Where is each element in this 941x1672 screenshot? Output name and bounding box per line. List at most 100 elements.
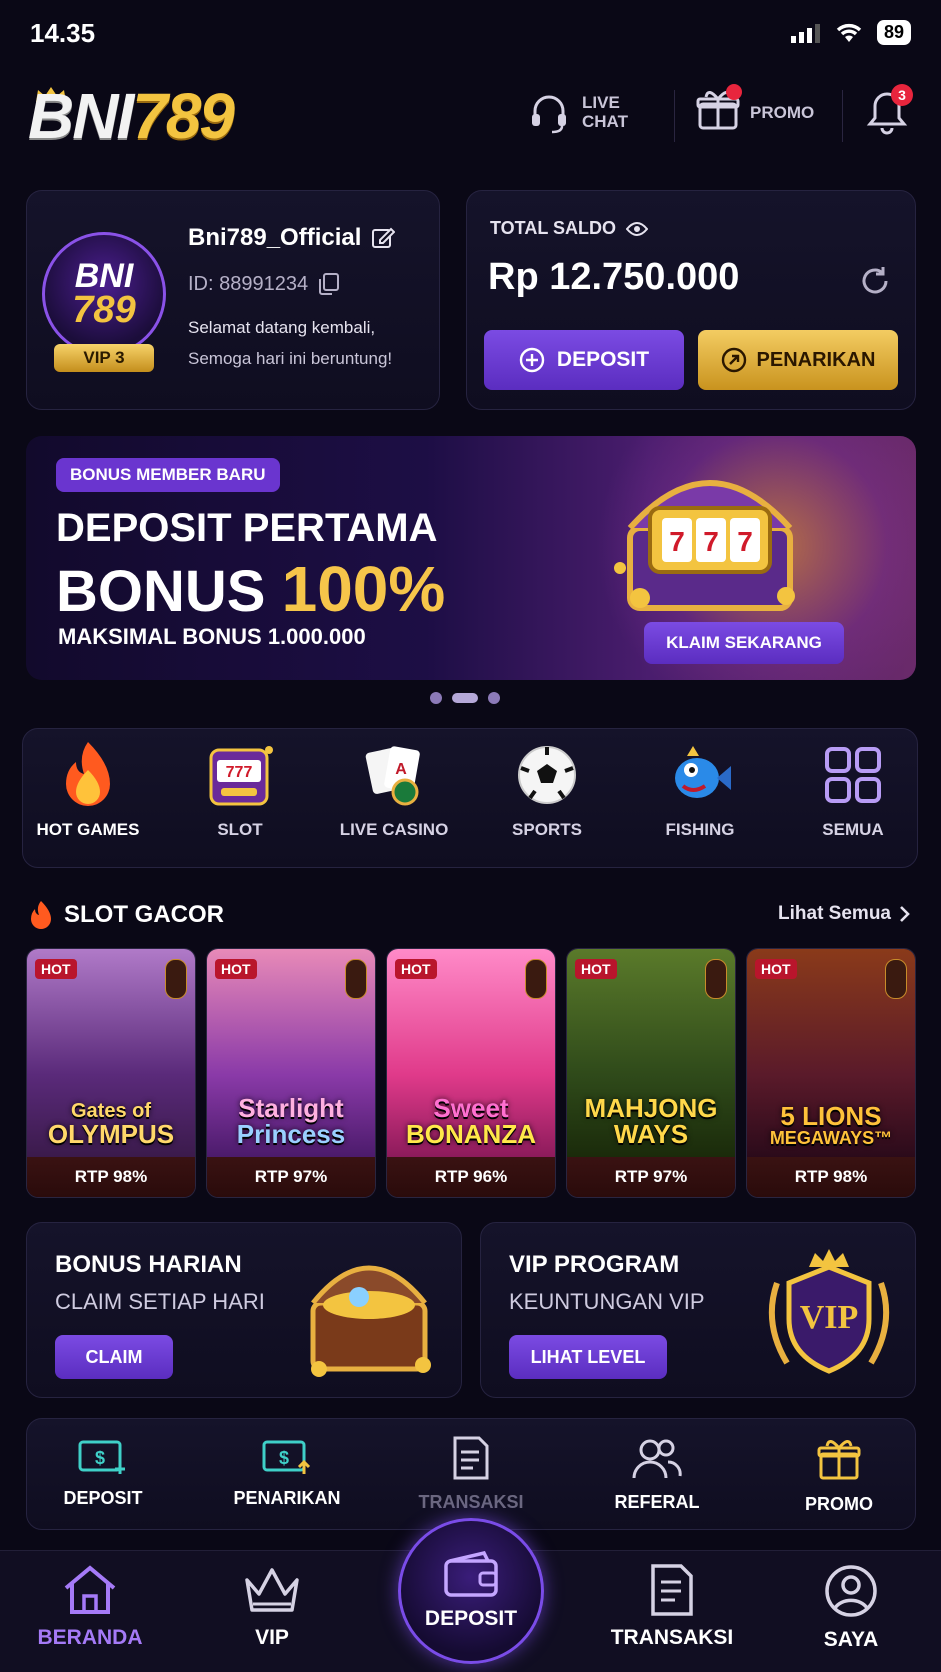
see-all-link[interactable]: Lihat Semua — [778, 903, 911, 925]
treasure-chest-icon: 7 7 7 — [614, 480, 795, 611]
view-level-button[interactable]: LIHAT LEVEL — [509, 1335, 667, 1379]
welcome-message-2: Semoga hari ini beruntung! — [188, 349, 393, 368]
hot-badge: HOT — [755, 959, 797, 979]
welcome-message-1: Selamat datang kembali, — [188, 318, 376, 337]
rtp-label: RTP 98% — [747, 1157, 915, 1197]
edit-icon[interactable] — [371, 226, 396, 250]
quick-action-label: DEPOSIT — [63, 1488, 143, 1508]
game-card-starlight-princess[interactable]: Starlight Princess HOT RTP 97% — [206, 948, 376, 1198]
daily-bonus-subtitle: CLAIM SETIAP HARI — [55, 1289, 265, 1314]
fire-icon — [66, 742, 110, 806]
promo-dot — [726, 84, 742, 100]
category-slot[interactable]: 777 SLOT — [170, 740, 310, 840]
refresh-icon[interactable] — [858, 264, 892, 298]
game-title: Starlight Princess — [236, 1093, 346, 1149]
vip-badge-text: VIP — [799, 1299, 859, 1336]
vip-shield-badge: VIP — [759, 1243, 899, 1383]
nav-profile-label: SAYA — [823, 1628, 879, 1651]
game-title: Sweet BONANZA — [406, 1093, 536, 1149]
provider-tag — [705, 959, 727, 999]
svg-text:777: 777 — [226, 764, 253, 781]
carousel-dots[interactable] — [430, 692, 500, 704]
avatar[interactable]: BNI 789 — [42, 232, 166, 356]
notification-badge: 3 — [891, 84, 913, 106]
vip-program-title: VIP PROGRAM — [509, 1251, 680, 1278]
provider-tag — [525, 959, 547, 999]
banner-subline: MAKSIMAL BONUS 1.000.000 — [58, 624, 366, 649]
nav-profile[interactable]: SAYA — [781, 1564, 921, 1652]
category-label: LIVE CASINO — [339, 820, 449, 839]
live-chat-button[interactable]: LIVE CHAT — [526, 90, 628, 136]
quick-action-deposit[interactable]: $ DEPOSIT — [28, 1436, 178, 1509]
claim-button[interactable]: CLAIM — [55, 1335, 173, 1379]
fire-icon — [31, 901, 51, 929]
transaction-doc-icon — [651, 1564, 693, 1616]
daily-bonus-card[interactable]: BONUS HARIAN CLAIM SETIAP HARI CLAIM — [26, 1222, 462, 1398]
quick-action-withdraw[interactable]: $ PENARIKAN — [212, 1436, 362, 1509]
category-label: SPORTS — [512, 820, 582, 839]
quick-action-transactions[interactable]: TRANSAKSI — [396, 1436, 546, 1513]
category-hot-games[interactable]: HOT GAMES — [18, 740, 158, 840]
game-card-gates-of-olympus[interactable]: Gates of OLYMPUS HOT RTP 98% — [26, 948, 196, 1198]
soccer-ball-icon — [518, 746, 576, 804]
avatar-text-2: 789 — [72, 289, 136, 332]
header-divider — [674, 90, 675, 142]
username-row: Bni789_Official — [188, 224, 396, 252]
notification-button[interactable]: 3 — [865, 84, 913, 143]
carousel-dot-active[interactable] — [452, 693, 478, 703]
nav-transactions[interactable]: TRANSAKSI — [602, 1564, 742, 1650]
section-title-slot-gacor: SLOT GACOR — [28, 900, 224, 930]
banner-bonus-pct: 100% — [281, 553, 446, 625]
hot-badge: HOT — [215, 959, 257, 979]
balance-label-row: TOTAL SALDO — [490, 218, 648, 239]
quick-action-label: PROMO — [804, 1494, 873, 1514]
transaction-doc-icon — [453, 1436, 489, 1480]
withdraw-button[interactable]: PENARIKAN — [698, 330, 898, 390]
copy-icon[interactable] — [318, 272, 340, 296]
status-time: 14.35 — [30, 18, 96, 48]
game-card-sweet-bonanza[interactable]: Sweet BONANZA HOT RTP 96% — [386, 948, 556, 1198]
gift-icon — [817, 1440, 861, 1480]
grid-icon — [825, 747, 881, 803]
username: Bni789_Official — [188, 224, 362, 251]
game-card-mahjong-ways[interactable]: MAHJONG WAYS HOT RTP 97% — [566, 948, 736, 1198]
carousel-dot[interactable] — [430, 692, 442, 704]
svg-text:$: $ — [279, 1448, 289, 1468]
promo-button[interactable]: PROMO — [696, 84, 814, 137]
wifi-icon — [836, 23, 862, 42]
cards-icon: A — [365, 746, 420, 806]
category-label: HOT GAMES — [36, 820, 140, 839]
status-icons: 89 — [790, 20, 911, 45]
category-live-casino[interactable]: A LIVE CASINO — [324, 740, 464, 840]
treasure-chest-icon — [310, 1265, 431, 1377]
claim-now-button[interactable]: KLAIM SEKARANG — [644, 622, 844, 664]
game-title: Gates of OLYMPUS — [47, 1100, 175, 1149]
deposit-button-label: DEPOSIT — [556, 348, 650, 371]
nav-vip-label: VIP — [255, 1626, 289, 1649]
deposit-button[interactable]: DEPOSIT — [484, 330, 684, 390]
hot-badge: HOT — [35, 959, 77, 979]
deposit-cash-icon: $ — [78, 1440, 125, 1474]
nav-vip[interactable]: VIP — [202, 1564, 342, 1650]
vip-program-card[interactable]: VIP PROGRAM KEUNTUNGAN VIP LIHAT LEVEL V… — [480, 1222, 916, 1398]
home-icon — [64, 1565, 116, 1614]
nav-home-label: BERANDA — [37, 1626, 143, 1649]
category-fishing[interactable]: FISHING — [630, 740, 770, 840]
nav-deposit-fab[interactable]: DEPOSIT — [398, 1518, 544, 1664]
eye-icon[interactable] — [626, 221, 648, 237]
category-sports[interactable]: SPORTS — [477, 740, 617, 840]
quick-action-referral[interactable]: REFERAL — [582, 1436, 732, 1513]
category-all[interactable]: SEMUA — [783, 740, 923, 840]
carousel-dot[interactable] — [488, 692, 500, 704]
rtp-label: RTP 97% — [207, 1157, 375, 1197]
svg-text:$: $ — [95, 1448, 105, 1468]
svg-text:A: A — [395, 761, 407, 778]
quick-action-promo[interactable]: PROMO — [764, 1436, 914, 1515]
game-card-5-lions[interactable]: 5 LIONS MEGAWAYS™ HOT RTP 98% — [746, 948, 916, 1198]
nav-home[interactable]: BERANDA — [20, 1564, 160, 1650]
brand-logo[interactable]: BNI789 — [28, 84, 235, 148]
avatar-text-1: BNI — [74, 256, 134, 295]
daily-bonus-title: BONUS HARIAN — [55, 1251, 242, 1278]
svg-text:7: 7 — [669, 526, 685, 557]
game-title: 5 LIONS MEGAWAYS™ — [769, 1101, 893, 1148]
